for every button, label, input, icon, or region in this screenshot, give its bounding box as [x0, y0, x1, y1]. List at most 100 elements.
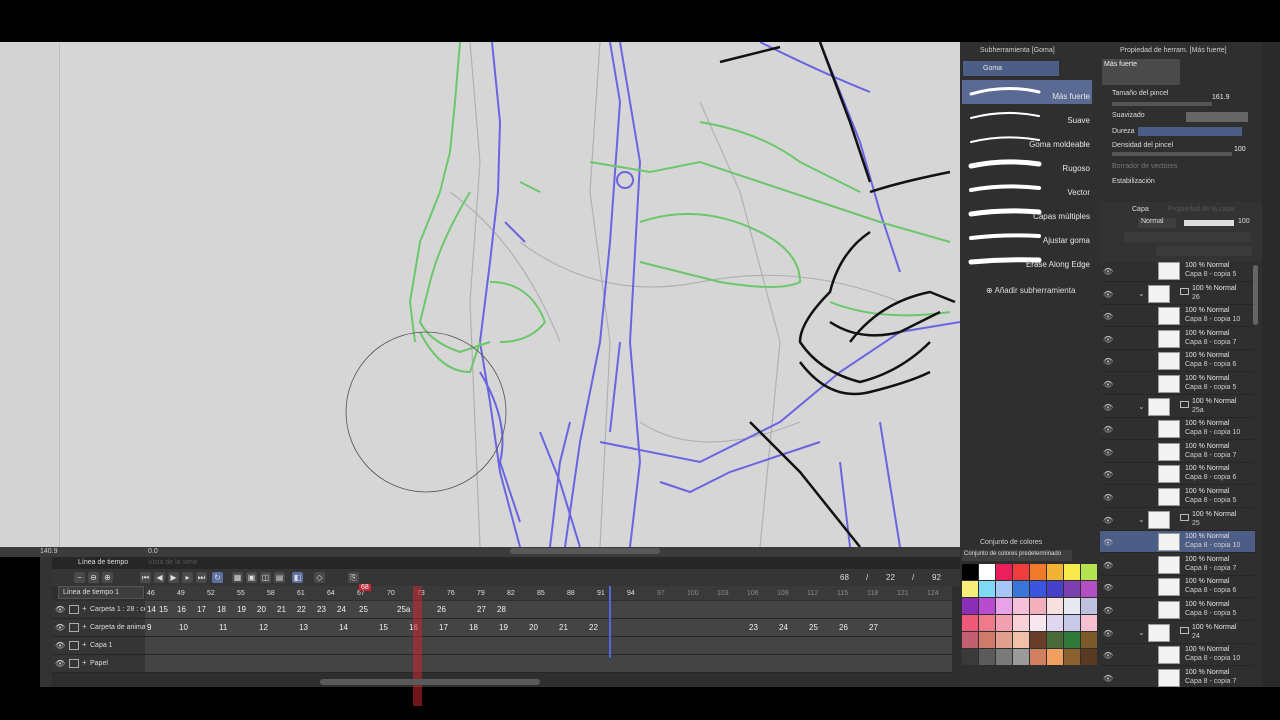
layer-property-tab[interactable]: Propiedad de la capa [1168, 206, 1234, 213]
timeline-track-row[interactable]: 👁 + Carpeta 1 : 28 : cel 14 15 16 17 18 19 20 21 22… [52, 601, 952, 619]
cel-number[interactable]: 19 [237, 605, 246, 614]
cel-number[interactable]: 25a [397, 605, 410, 614]
eye-icon[interactable]: 👁 [1103, 493, 1113, 502]
cel-number[interactable]: 24 [779, 623, 788, 632]
color-swatch[interactable] [979, 598, 995, 614]
end-frame-marker[interactable] [609, 586, 611, 658]
layer-row[interactable]: 👁 100 % Normal Capa 8 - copia 6 [1100, 463, 1255, 486]
color-swatch[interactable] [979, 632, 995, 648]
eye-icon[interactable]: 👁 [1103, 425, 1113, 434]
color-swatch[interactable] [962, 598, 978, 614]
size-slider[interactable] [1112, 102, 1212, 106]
eye-icon[interactable]: 👁 [1103, 357, 1113, 366]
eye-icon[interactable]: 👁 [1103, 583, 1113, 592]
color-swatch[interactable] [962, 615, 978, 631]
specify-cel-icon[interactable]: ▣ [246, 572, 257, 583]
color-swatch[interactable] [996, 632, 1012, 648]
color-swatch[interactable] [1013, 564, 1029, 580]
expand-icon[interactable]: + [82, 658, 87, 667]
color-swatch[interactable] [1013, 632, 1029, 648]
subtool-item[interactable]: Vector [962, 176, 1092, 200]
color-swatch[interactable] [996, 598, 1012, 614]
layer-row[interactable]: 👁 100 % Normal Capa 8 - copia 7 [1100, 667, 1255, 687]
cel-number[interactable]: 17 [197, 605, 206, 614]
color-swatch[interactable] [1081, 649, 1097, 665]
smooth-options[interactable] [1186, 112, 1248, 122]
subtool-item[interactable]: Suave [962, 104, 1092, 128]
eye-icon[interactable]: 👁 [1103, 380, 1113, 389]
eye-icon[interactable]: 👁 [1103, 651, 1113, 660]
color-swatch[interactable] [1064, 649, 1080, 665]
color-swatch[interactable] [1030, 632, 1046, 648]
color-swatch[interactable] [1030, 581, 1046, 597]
layer-tab[interactable]: Capa [1132, 206, 1149, 213]
color-swatch[interactable] [1030, 615, 1046, 631]
expand-icon[interactable]: + [82, 640, 87, 649]
eye-icon[interactable]: 👁 [1103, 629, 1113, 638]
cel-number[interactable]: 15 [159, 605, 168, 614]
rotation-readout[interactable]: 0.0 [148, 548, 158, 555]
vector-eraser-label[interactable]: Borrador de vectores [1112, 163, 1177, 170]
add-subtool-button[interactable]: ⊕ Añadir subherramienta [986, 286, 1075, 295]
cel-number[interactable]: 9 [147, 623, 151, 632]
color-swatch[interactable] [962, 632, 978, 648]
eye-icon[interactable]: 👁 [55, 641, 65, 650]
cel-number[interactable]: 21 [559, 623, 568, 632]
hardness-selector[interactable] [1138, 127, 1242, 136]
eye-icon[interactable]: 👁 [1103, 267, 1113, 276]
chevron-down-icon[interactable]: ⌄ [1138, 289, 1145, 298]
layer-row[interactable]: 👁 100 % Normal Capa 8 - copia 5 [1100, 260, 1255, 282]
subtool-item[interactable]: Capas múltiples [962, 200, 1092, 224]
subtool-group-tab[interactable]: Goma [963, 61, 1059, 76]
track-cells[interactable]: 9101112131415161718192021222324252627 [145, 619, 952, 636]
opacity-value[interactable]: 100 [1238, 218, 1250, 225]
density-slider[interactable] [1112, 152, 1232, 156]
tab-series-view[interactable]: Vista de la serie [144, 558, 202, 569]
layer-folder-row[interactable]: 👁 ⌄ 100 % Normal 25 [1100, 509, 1255, 531]
keyframe-icon[interactable]: ◇ [314, 572, 325, 583]
lightbox-icon[interactable]: ▤ [274, 572, 285, 583]
subtool-item[interactable]: Erase Along Edge [962, 248, 1092, 272]
eye-icon[interactable]: 👁 [1103, 290, 1113, 299]
cel-number[interactable]: 26 [437, 605, 446, 614]
layer-row[interactable]: 👁 100 % Normal Capa 8 - copia 7 [1100, 554, 1255, 576]
layer-row[interactable]: 👁 100 % Normal Capa 8 - copia 5 [1100, 599, 1255, 621]
layer-row[interactable]: 👁 100 % Normal Capa 8 - copia 7 [1100, 441, 1255, 463]
density-value[interactable]: 100 [1234, 146, 1246, 153]
cel-number[interactable]: 28 [497, 605, 506, 614]
cel-number[interactable]: 15 [379, 623, 388, 632]
color-swatch[interactable] [962, 649, 978, 665]
layer-row[interactable]: 👁 100 % Normal Capa 8 - copia 10 [1100, 305, 1255, 328]
timeline-select[interactable]: Línea de tiempo 1 [58, 586, 144, 599]
cel-number[interactable]: 27 [869, 623, 878, 632]
track-cells[interactable] [145, 637, 952, 654]
color-swatch[interactable] [1081, 564, 1097, 580]
blend-mode-select[interactable]: Normal [1138, 218, 1176, 228]
zoom-out-timeline-icon[interactable]: ⊖ [88, 572, 99, 583]
subtool-item[interactable]: Goma moldeable [962, 128, 1092, 152]
color-swatch[interactable] [1064, 564, 1080, 580]
eye-icon[interactable]: 👁 [1103, 516, 1113, 525]
color-swatch[interactable] [1064, 581, 1080, 597]
brush-preview[interactable]: Más fuerte [1102, 59, 1180, 85]
cel-number[interactable]: 13 [299, 623, 308, 632]
play-icon[interactable]: ▶ [168, 572, 179, 583]
next-frame-icon[interactable]: ▸ [182, 572, 193, 583]
cel-number[interactable]: 16 [177, 605, 186, 614]
eye-icon[interactable]: 👁 [55, 659, 65, 668]
cel-number[interactable]: 14 [339, 623, 348, 632]
zoom-out-icon[interactable]: − [74, 572, 85, 583]
layer-folder-row[interactable]: 👁 ⌄ 100 % Normal 24 [1100, 622, 1255, 644]
track-cells[interactable] [145, 655, 952, 672]
eye-icon[interactable]: 👁 [55, 605, 65, 614]
expand-icon[interactable]: + [82, 604, 87, 613]
layer-folder-row[interactable]: 👁 ⌄ 100 % Normal 25a [1100, 396, 1255, 418]
color-swatch[interactable] [1081, 598, 1097, 614]
cel-number[interactable]: 24 [337, 605, 346, 614]
color-swatch[interactable] [1064, 615, 1080, 631]
eye-icon[interactable]: 👁 [1103, 606, 1113, 615]
color-swatch[interactable] [1081, 632, 1097, 648]
color-swatch[interactable] [1013, 598, 1029, 614]
color-swatch[interactable] [962, 564, 978, 580]
cel-number[interactable]: 18 [469, 623, 478, 632]
